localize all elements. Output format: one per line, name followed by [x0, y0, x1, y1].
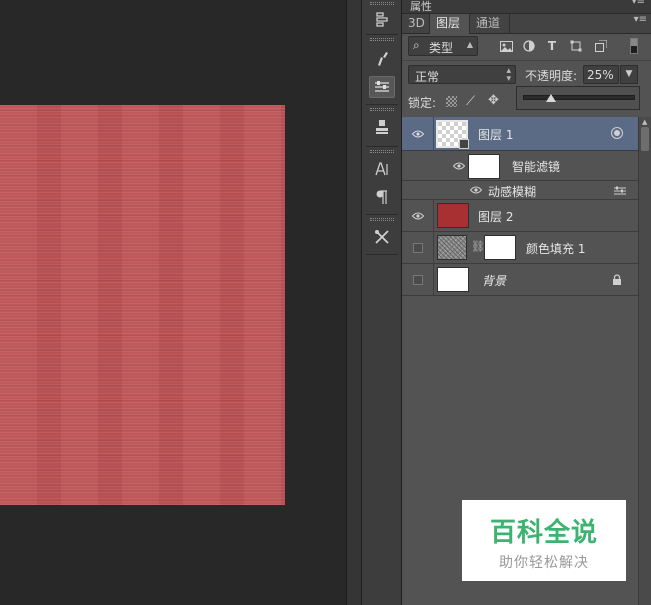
panel-tab-bar: 3D 图层 通道 ▾≡: [402, 14, 651, 34]
lock-position-icon[interactable]: ✥: [488, 93, 499, 108]
type-filter-icon[interactable]: T: [544, 38, 560, 54]
blend-mode-dropdown[interactable]: 正常 ▴ ▾: [408, 65, 516, 84]
layer-name[interactable]: 颜色填充 1: [526, 240, 585, 257]
scrollbar-thumb[interactable]: [641, 127, 649, 151]
dock-grip[interactable]: [370, 150, 394, 153]
opacity-input[interactable]: 25%: [583, 65, 619, 84]
opacity-slider-thumb[interactable]: [545, 94, 556, 102]
eye-icon[interactable]: [464, 178, 488, 202]
filter-toggle-switch[interactable]: [630, 38, 638, 54]
link-chain-icon[interactable]: ⛓: [471, 240, 485, 253]
brush-presets-icon[interactable]: [369, 48, 395, 70]
eye-icon[interactable]: [406, 122, 430, 146]
layer-filter-dropdown[interactable]: ⌕ 类型 ▲: [408, 36, 478, 56]
opacity-label: 不透明度:: [525, 69, 578, 83]
adjustments-icon[interactable]: [369, 76, 395, 98]
eye-icon[interactable]: [406, 204, 430, 228]
layer-thumbnail-noise[interactable]: [437, 235, 467, 260]
lock-transparent-pixels-icon[interactable]: [446, 96, 457, 107]
dock-grip[interactable]: [370, 2, 394, 5]
chevron-updown-icon: ▴ ▾: [506, 66, 511, 84]
layer-name[interactable]: 图层 1: [478, 126, 513, 143]
adjustment-filter-icon[interactable]: [521, 38, 537, 54]
layer-row-layer-2[interactable]: 图层 2: [402, 200, 638, 232]
layer-name[interactable]: 背景: [482, 272, 506, 289]
opacity-value: 25%: [587, 68, 614, 82]
panel-menu-icon[interactable]: ▾≡: [632, 0, 645, 7]
history-icon[interactable]: [369, 8, 395, 30]
layer-row-background[interactable]: 背景: [402, 264, 638, 296]
dock-divider: [366, 34, 398, 35]
tabs-menu-icon[interactable]: ▾≡: [634, 14, 647, 25]
tab-layers[interactable]: 图层: [430, 14, 470, 34]
watermark-subtitle: 助你轻松解决: [499, 555, 589, 571]
canvas-area[interactable]: [0, 0, 346, 605]
layers-list: 图层 1 智能滤镜 动感模糊 图层 2 ⛓ 颜色填充 1 背景: [402, 117, 638, 297]
smart-object-filter-icon[interactable]: [593, 38, 609, 54]
lock-icon[interactable]: [612, 274, 622, 285]
smart-filters-row[interactable]: 智能滤镜: [402, 151, 638, 181]
dock-grip[interactable]: [370, 218, 394, 221]
smart-filters-label: 智能滤镜: [512, 160, 561, 174]
filter-kind-label: 类型: [429, 41, 454, 55]
clone-source-icon[interactable]: [369, 116, 395, 138]
properties-panel-header[interactable]: 属性 ▾≡: [402, 0, 651, 14]
dock-divider: [366, 104, 398, 105]
dock-divider: [366, 214, 398, 215]
layer-row-layer-1[interactable]: 图层 1: [402, 117, 638, 151]
filter-name: 动感模糊: [488, 185, 537, 199]
search-icon: ⌕: [413, 38, 420, 52]
dock-divider: [366, 254, 398, 255]
dock-grip[interactable]: [370, 108, 394, 111]
layer-name[interactable]: 图层 2: [478, 208, 513, 225]
chevron-updown-icon: ▲: [466, 40, 473, 49]
tool-presets-icon[interactable]: [369, 226, 395, 248]
divider: [402, 60, 651, 61]
visibility-off-box[interactable]: [413, 243, 423, 253]
layer-row-color-fill-1[interactable]: ⛓ 颜色填充 1: [402, 232, 638, 264]
filter-mask-thumbnail[interactable]: [468, 154, 500, 179]
smart-filter-indicator-icon[interactable]: [611, 127, 623, 139]
paragraph-icon[interactable]: [369, 186, 395, 208]
opacity-slider-track[interactable]: [523, 95, 635, 100]
filter-blending-options-icon[interactable]: [614, 185, 626, 195]
opacity-slider-popup[interactable]: [516, 86, 640, 110]
watermark-title: 百科全说: [489, 518, 598, 548]
layer-thumbnail-red[interactable]: [437, 203, 469, 228]
layer-mask-thumbnail[interactable]: [484, 235, 516, 260]
layer-thumbnail-transparent[interactable]: [436, 120, 469, 149]
panel-collapse-strip[interactable]: [346, 0, 362, 605]
smart-object-badge-icon: [459, 139, 469, 149]
filter-row-motion-blur[interactable]: 动感模糊: [402, 181, 638, 200]
layers-scrollbar[interactable]: ▲: [638, 117, 651, 605]
dock-grip[interactable]: [370, 38, 394, 41]
pixel-filter-icon[interactable]: [498, 38, 514, 54]
tab-channels[interactable]: 通道: [470, 14, 510, 34]
panel-dock: [362, 0, 402, 605]
visibility-off-box[interactable]: [413, 275, 423, 285]
lock-image-pixels-icon[interactable]: ⟋: [466, 94, 475, 109]
watermark-logo: 百科全说 助你轻松解决: [462, 500, 626, 581]
dock-divider: [366, 146, 398, 147]
scroll-up-arrow-icon[interactable]: ▲: [642, 118, 647, 126]
opacity-dropdown-arrow[interactable]: ▼: [620, 65, 638, 84]
character-icon[interactable]: [369, 158, 395, 180]
tab-3d[interactable]: 3D: [402, 14, 430, 34]
layer-thumbnail-white[interactable]: [437, 267, 469, 292]
properties-title: 属性: [410, 0, 432, 13]
document-canvas-brushed-red[interactable]: [0, 105, 285, 505]
lock-label: 锁定:: [408, 96, 437, 110]
blend-mode-value: 正常: [415, 70, 440, 84]
shape-filter-icon[interactable]: [568, 38, 584, 54]
